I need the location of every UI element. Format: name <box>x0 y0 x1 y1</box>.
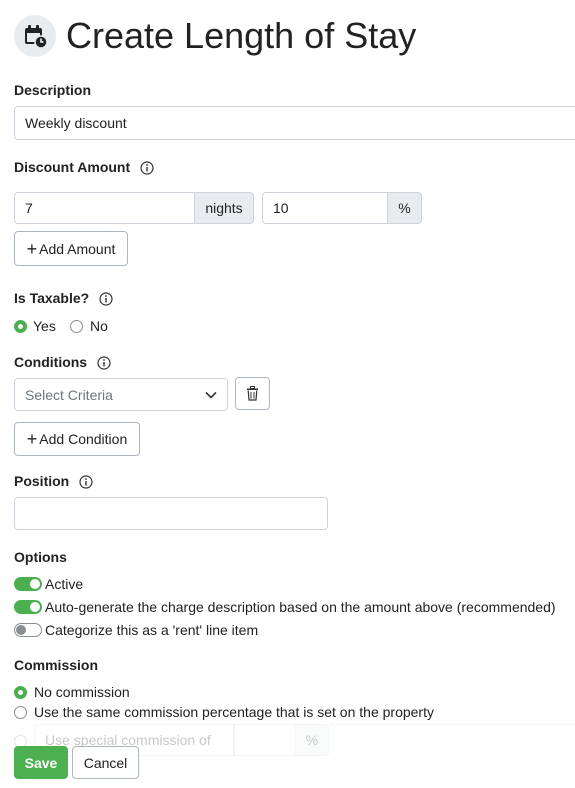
commission-label: Commission <box>14 657 99 673</box>
position-label-group: Position <box>14 473 93 489</box>
discount-amount-label: Discount Amount <box>14 159 131 175</box>
options-label: Options <box>14 549 67 565</box>
commission-none-radio[interactable] <box>14 685 27 699</box>
calendar-clock-icon <box>14 15 56 57</box>
active-label: Active <box>45 576 84 592</box>
commission-special-input[interactable] <box>234 724 296 756</box>
taxable-yes-radio[interactable] <box>14 319 27 333</box>
commission-property-option[interactable]: Use the same commission percentage that … <box>14 704 434 720</box>
description-label: Description <box>14 82 92 98</box>
plus-icon: + <box>26 238 38 259</box>
rent-toggle[interactable] <box>14 623 42 637</box>
commission-special-addon: % <box>295 724 329 756</box>
info-icon[interactable] <box>97 356 111 370</box>
nights-addon: nights <box>194 192 254 224</box>
percent-input[interactable] <box>262 192 388 224</box>
autogenerate-toggle[interactable] <box>14 600 42 614</box>
taxable-yes-label: Yes <box>33 318 56 334</box>
add-condition-label: Add Condition <box>39 431 128 447</box>
trash-icon <box>247 386 258 401</box>
commission-none-option[interactable]: No commission <box>14 684 130 700</box>
nights-input[interactable] <box>14 192 195 224</box>
add-amount-button[interactable]: + Add Amount <box>14 231 128 266</box>
chevron-down-icon <box>205 391 217 399</box>
taxable-no-option[interactable]: No <box>70 318 108 334</box>
commission-property-radio[interactable] <box>14 705 27 719</box>
plus-icon: + <box>26 429 38 449</box>
position-input[interactable] <box>14 497 328 530</box>
position-label: Position <box>14 473 70 489</box>
option-autogenerate: Auto-generate the charge description bas… <box>14 599 556 615</box>
add-amount-label: Add Amount <box>39 240 116 257</box>
option-active: Active <box>14 576 83 592</box>
commission-none-label: No commission <box>34 684 130 700</box>
page-title: Create Length of Stay <box>66 15 417 56</box>
delete-condition-button[interactable] <box>235 377 270 410</box>
rent-label: Categorize this as a 'rent' line item <box>45 622 259 638</box>
active-toggle[interactable] <box>14 577 42 591</box>
autogenerate-label: Auto-generate the charge description bas… <box>45 599 556 615</box>
taxable-label-group: Is Taxable? <box>14 290 113 306</box>
taxable-no-radio[interactable] <box>70 319 83 333</box>
discount-amount-label-group: Discount Amount <box>14 159 154 175</box>
option-rent: Categorize this as a 'rent' line item <box>14 622 258 638</box>
commission-property-label: Use the same commission percentage that … <box>34 704 434 720</box>
cancel-button[interactable]: Cancel <box>72 746 139 779</box>
criteria-select[interactable]: Select Criteria <box>14 378 228 411</box>
taxable-label: Is Taxable? <box>14 290 90 306</box>
taxable-yes-option[interactable]: Yes <box>14 318 56 334</box>
info-icon[interactable] <box>99 292 113 306</box>
info-icon[interactable] <box>140 161 154 175</box>
conditions-label-group: Conditions <box>14 354 111 370</box>
save-button[interactable]: Save <box>14 746 68 779</box>
percent-addon: % <box>387 192 422 224</box>
criteria-select-placeholder: Select Criteria <box>25 386 113 403</box>
info-icon[interactable] <box>79 475 93 489</box>
add-condition-button[interactable]: + Add Condition <box>14 422 140 456</box>
conditions-label: Conditions <box>14 354 88 370</box>
taxable-no-label: No <box>90 318 108 334</box>
description-input[interactable] <box>14 106 575 140</box>
